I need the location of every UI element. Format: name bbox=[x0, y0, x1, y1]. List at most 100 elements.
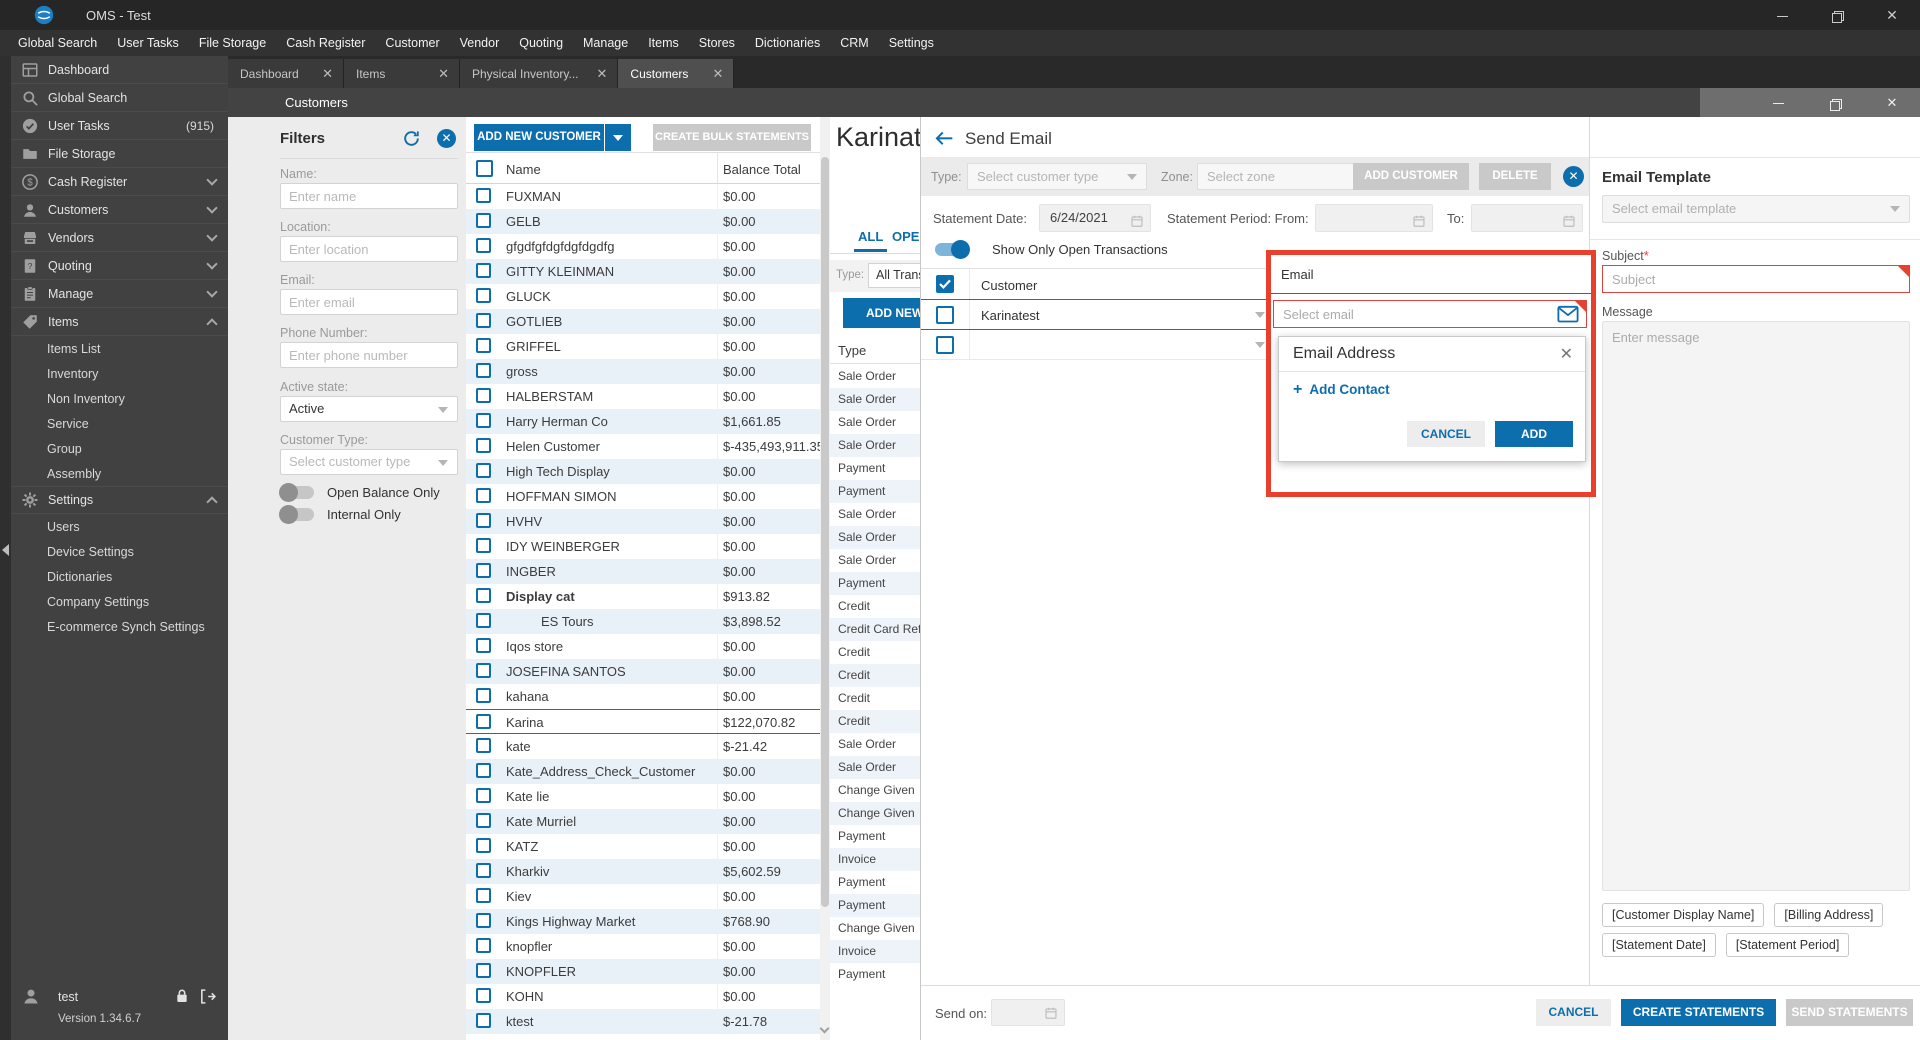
transaction-row[interactable]: Sale Order bbox=[830, 549, 920, 572]
transaction-row[interactable]: Payment bbox=[830, 480, 920, 503]
table-row[interactable]: GELB $0.00 bbox=[466, 209, 820, 234]
menu-item[interactable]: Items bbox=[638, 30, 689, 56]
template-chip[interactable]: [Billing Address] bbox=[1774, 903, 1884, 927]
dialog-zone-select[interactable]: Select zone bbox=[1197, 163, 1375, 190]
sidebar-item[interactable]: Items List bbox=[11, 336, 228, 361]
tab-close-icon[interactable]: ✕ bbox=[713, 66, 724, 82]
transaction-row[interactable]: Sale Order bbox=[830, 411, 920, 434]
transaction-row[interactable]: Change Given bbox=[830, 802, 920, 825]
table-row[interactable]: Display cat $913.82 bbox=[466, 584, 820, 609]
sidebar-item[interactable]: Service bbox=[11, 411, 228, 436]
sidebar-item[interactable]: Non Inventory bbox=[11, 386, 228, 411]
row-checkbox[interactable] bbox=[476, 213, 491, 228]
transaction-row[interactable]: Invoice bbox=[830, 848, 920, 871]
sidebar-item[interactable]: User Tasks (915) bbox=[11, 112, 228, 140]
sidebar-item[interactable]: Device Settings bbox=[11, 539, 228, 564]
transaction-row[interactable]: Change Given bbox=[830, 779, 920, 802]
active-state-select[interactable]: Active bbox=[280, 396, 458, 422]
create-statements-button[interactable]: CREATE STATEMENTS bbox=[1621, 999, 1776, 1026]
transaction-row[interactable]: Sale Order bbox=[830, 526, 920, 549]
table-row[interactable]: GRIFFEL $0.00 bbox=[466, 334, 820, 359]
email-template-select[interactable]: Select email template bbox=[1602, 195, 1910, 223]
menu-item[interactable]: CRM bbox=[830, 30, 878, 56]
sidebar-item[interactable]: Dictionaries bbox=[11, 564, 228, 589]
table-row[interactable]: knopfler $0.00 bbox=[466, 934, 820, 959]
template-chip[interactable]: [Statement Date] bbox=[1602, 933, 1716, 957]
template-chip[interactable]: [Statement Period] bbox=[1725, 933, 1850, 957]
row-checkbox[interactable] bbox=[476, 714, 491, 729]
table-row[interactable]: Kharkiv $5,602.59 bbox=[466, 859, 820, 884]
row-checkbox[interactable] bbox=[476, 638, 491, 653]
transaction-row[interactable]: Credit bbox=[830, 664, 920, 687]
menu-item[interactable]: Manage bbox=[573, 30, 638, 56]
transaction-row[interactable]: Change Given bbox=[830, 917, 920, 940]
send-on-field[interactable] bbox=[991, 999, 1065, 1026]
scroll-down-icon[interactable] bbox=[819, 1023, 830, 1034]
row-checkbox[interactable] bbox=[476, 488, 491, 503]
inner-close-icon[interactable]: ✕ bbox=[1869, 88, 1915, 117]
table-row[interactable]: HVHV $0.00 bbox=[466, 509, 820, 534]
location-filter-input[interactable] bbox=[280, 236, 458, 262]
menu-item[interactable]: Vendor bbox=[450, 30, 510, 56]
select-email-input[interactable] bbox=[1274, 301, 1554, 327]
transaction-row[interactable]: Sale Order bbox=[830, 434, 920, 457]
transaction-row[interactable]: Payment bbox=[830, 963, 920, 986]
table-row[interactable]: GLUCK $0.00 bbox=[466, 284, 820, 309]
table-row[interactable]: HOFFMAN SIMON $0.00 bbox=[466, 484, 820, 509]
transaction-row[interactable]: Payment bbox=[830, 825, 920, 848]
menu-item[interactable]: File Storage bbox=[189, 30, 276, 56]
table-row[interactable]: Harry Herman Co $1,661.85 bbox=[466, 409, 820, 434]
menu-item[interactable]: Settings bbox=[879, 30, 944, 56]
row-checkbox[interactable] bbox=[476, 688, 491, 703]
phone-filter-input[interactable] bbox=[280, 342, 458, 368]
document-tab[interactable]: Items ✕ bbox=[344, 59, 460, 88]
sidebar-item[interactable]: Company Settings bbox=[11, 589, 228, 614]
table-scrollbar[interactable] bbox=[819, 117, 830, 1040]
row-checkbox[interactable] bbox=[476, 388, 491, 403]
sidebar-item[interactable]: Dashboard bbox=[11, 56, 228, 84]
tab-close-icon[interactable]: ✕ bbox=[322, 66, 333, 82]
row-checkbox[interactable] bbox=[476, 963, 491, 978]
table-row[interactable]: High Tech Display $0.00 bbox=[466, 459, 820, 484]
add-new-customer-button[interactable]: ADD NEW CUSTOMER bbox=[474, 124, 604, 151]
add-customer-button[interactable]: ADD CUSTOMER bbox=[1353, 163, 1469, 190]
open-balance-toggle[interactable] bbox=[279, 483, 314, 502]
template-chip[interactable]: [Customer Display Name] bbox=[1602, 903, 1765, 927]
transaction-row[interactable]: Sale Order bbox=[830, 733, 920, 756]
document-tab[interactable]: Physical Inventory... ✕ bbox=[460, 59, 619, 88]
add-customer-dropdown-button[interactable] bbox=[605, 124, 631, 151]
transaction-row[interactable]: Payment bbox=[830, 871, 920, 894]
table-row[interactable]: gross $0.00 bbox=[466, 359, 820, 384]
minimize-icon[interactable] bbox=[1759, 0, 1805, 30]
close-icon[interactable]: ✕ bbox=[1869, 0, 1915, 30]
row-checkbox[interactable] bbox=[476, 838, 491, 853]
envelope-icon[interactable] bbox=[1557, 305, 1579, 323]
delete-button[interactable]: DELETE bbox=[1479, 163, 1551, 190]
table-row[interactable]: Kate lie $0.00 bbox=[466, 784, 820, 809]
table-row[interactable]: GITTY KLEINMAN $0.00 bbox=[466, 259, 820, 284]
sidebar-item[interactable]: Manage bbox=[11, 280, 228, 308]
table-row[interactable]: KATZ $0.00 bbox=[466, 834, 820, 859]
table-row[interactable]: ES Tours $3,898.52 bbox=[466, 609, 820, 634]
lock-icon[interactable] bbox=[174, 988, 190, 1004]
table-row[interactable]: Kate_Address_Check_Customer $0.00 bbox=[466, 759, 820, 784]
sidebar-item[interactable]: Global Search bbox=[11, 84, 228, 112]
sidebar-collapse-strip[interactable] bbox=[0, 56, 11, 1040]
menu-item[interactable]: Quoting bbox=[509, 30, 573, 56]
transaction-row[interactable]: Credit bbox=[830, 687, 920, 710]
dialog-close-icon[interactable]: ✕ bbox=[1563, 166, 1584, 187]
sidebar-item[interactable]: Items bbox=[11, 308, 228, 336]
transaction-row[interactable]: Credit bbox=[830, 641, 920, 664]
inner-minimize-icon[interactable] bbox=[1755, 88, 1801, 117]
row-checkbox[interactable] bbox=[476, 413, 491, 428]
transaction-row[interactable]: Credit bbox=[830, 595, 920, 618]
transaction-row[interactable]: Sale Order bbox=[830, 388, 920, 411]
row-checkbox[interactable] bbox=[476, 888, 491, 903]
row-checkbox[interactable] bbox=[476, 663, 491, 678]
row-checkbox[interactable] bbox=[476, 1013, 491, 1028]
row-checkbox[interactable] bbox=[476, 263, 491, 278]
row-checkbox[interactable] bbox=[476, 288, 491, 303]
transaction-row[interactable]: Sale Order bbox=[830, 503, 920, 526]
menu-item[interactable]: Customer bbox=[375, 30, 449, 56]
row-checkbox[interactable] bbox=[476, 538, 491, 553]
